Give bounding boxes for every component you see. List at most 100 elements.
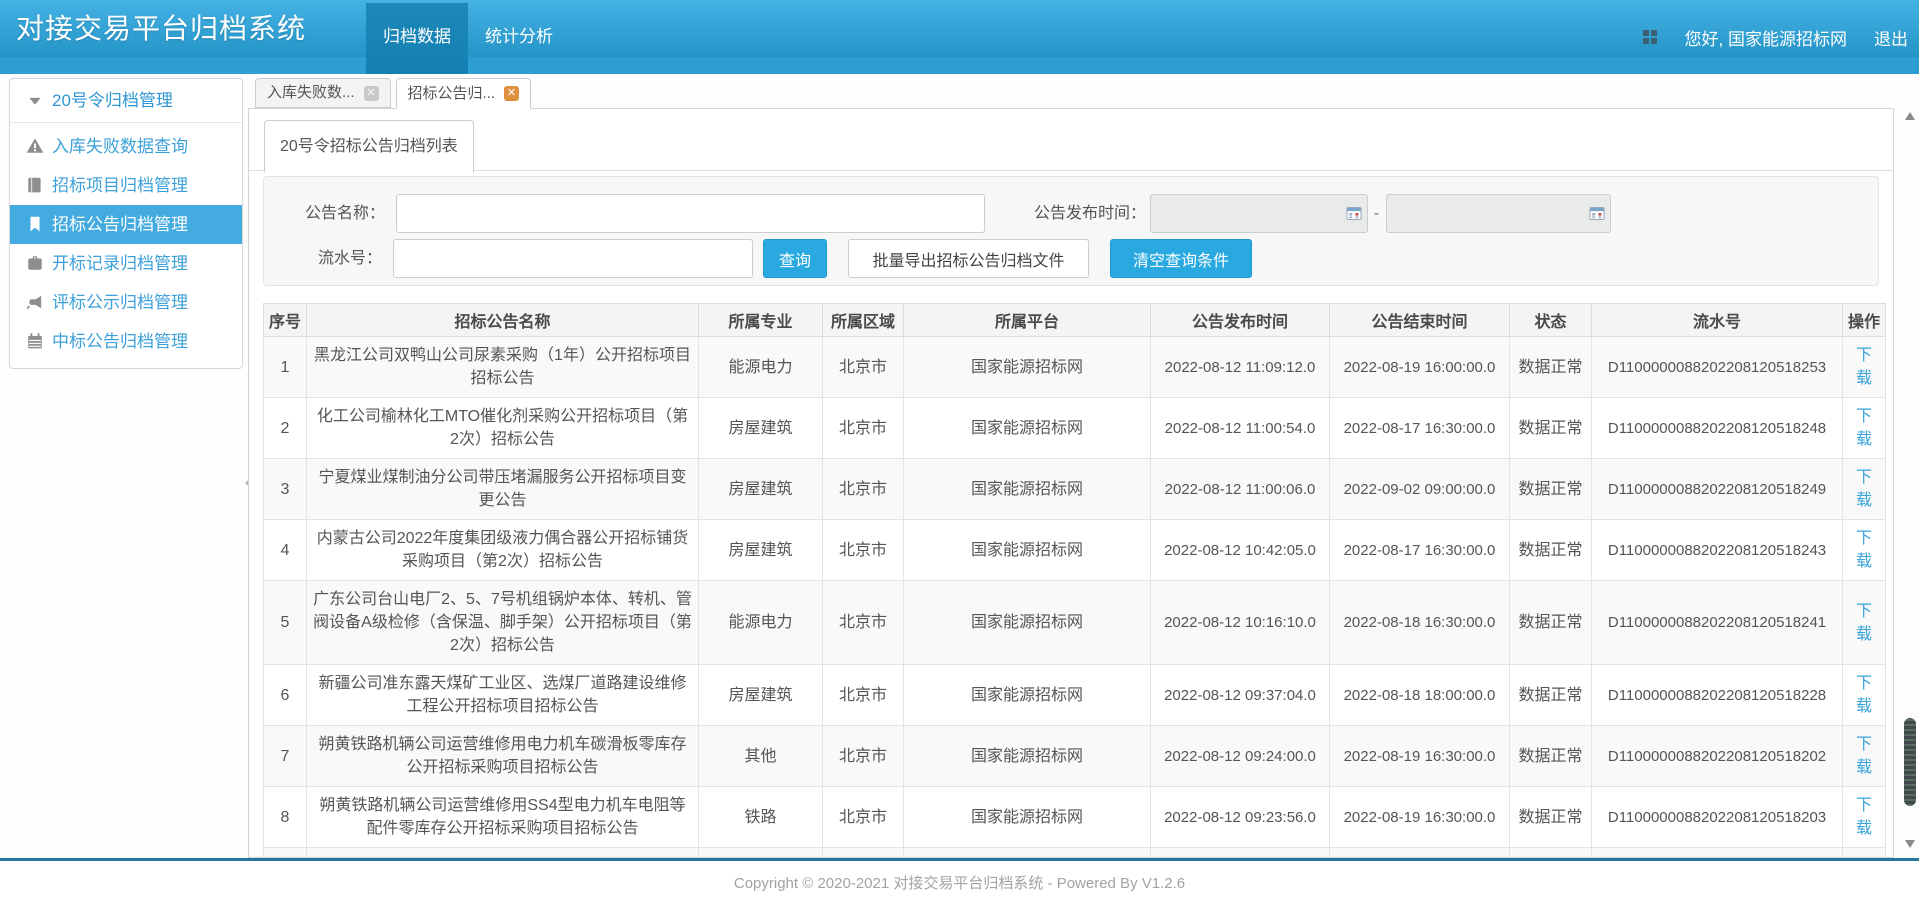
search-form: 公告名称： 公告发布时间： - 流水号： 查询 批量导出招标公告归档文件 清空查… xyxy=(263,176,1879,286)
announcement-name-input[interactable] xyxy=(396,194,985,233)
cell-end_time: 2022-08-19 16:30:00.0 xyxy=(1330,787,1510,848)
table-row: 6新疆公司准东露天煤矿工业区、选煤厂道路建设维修工程公开招标项目招标公告房屋建筑… xyxy=(264,665,1886,726)
cell-end_time: 2022-08-17 16:30:00.0 xyxy=(1330,520,1510,581)
nav-item-1[interactable]: 统计分析 xyxy=(468,3,570,74)
cell-action: 下载 xyxy=(1843,787,1886,848)
tab-close-icon[interactable]: ✕ xyxy=(504,86,519,101)
cell-status: 数据正常 xyxy=(1510,398,1592,459)
cell-major: 房屋建筑 xyxy=(699,520,823,581)
cell-seq: 7 xyxy=(264,726,307,787)
cell-seq: 4 xyxy=(264,520,307,581)
cell-major: 房屋建筑 xyxy=(699,459,823,520)
table-row: 3宁夏煤业煤制油分公司带压堵漏服务公开招标项目变更公告房屋建筑北京市国家能源招标… xyxy=(264,459,1886,520)
sidebar-item-4[interactable]: 评标公示归档管理 xyxy=(10,283,242,322)
scroll-up-arrow-icon[interactable] xyxy=(1905,112,1915,120)
content-tab-1[interactable]: 招标公告归... ✕ xyxy=(396,78,532,109)
download-link[interactable]: 下载 xyxy=(1856,797,1872,837)
cell-seq: 6 xyxy=(264,665,307,726)
column-header-2: 所属专业 xyxy=(699,304,823,337)
cell-publish_time: 2022-08-12 11:00:54.0 xyxy=(1151,398,1330,459)
cell-platform: 国家能源招标网 xyxy=(904,398,1151,459)
table-row: 1黑龙江公司双鸭山公司尿素采购（1年）公开招标项目招标公告能源电力北京市国家能源… xyxy=(264,337,1886,398)
publish-time-end-input[interactable] xyxy=(1386,194,1611,233)
tab-label: 入库失败数... xyxy=(267,79,355,107)
cell-name: 黑龙江公司双鸭山公司尿素采购（1年）公开招标项目招标公告 xyxy=(307,337,699,398)
download-link[interactable]: 下载 xyxy=(1856,530,1872,570)
column-header-7: 状态 xyxy=(1510,304,1592,337)
clear-conditions-button[interactable]: 清空查询条件 xyxy=(1110,239,1252,278)
sidebar-group-header[interactable]: 20号令归档管理 xyxy=(10,79,242,123)
search-button[interactable]: 查询 xyxy=(763,239,827,278)
tab-close-icon[interactable]: ✕ xyxy=(364,86,379,101)
logout-link[interactable]: 退出 xyxy=(1874,25,1908,50)
sidebar-item-1[interactable]: 招标项目归档管理 xyxy=(10,166,242,205)
cell-end_time: 2022-08-17 16:30:00.0 xyxy=(1330,398,1510,459)
cell-name: 朔黄铁路机辆公司运营维修用SS4型电力机车电阻等配件零库存公开招标采购项目招标公… xyxy=(307,787,699,848)
cell-region: 北京市 xyxy=(823,665,904,726)
cell-end_time: 2022-08-19 16:00:00.0 xyxy=(1330,337,1510,398)
cell-status: 数据正常 xyxy=(1510,459,1592,520)
bookmark-icon xyxy=(26,215,44,233)
download-link[interactable]: 下载 xyxy=(1856,603,1872,643)
panel-tab-announcement-list[interactable]: 20号令招标公告归档列表 xyxy=(264,120,474,173)
vertical-scrollbar-thumb[interactable] xyxy=(1904,718,1916,806)
sidebar-item-label: 中标公告归档管理 xyxy=(52,332,188,351)
cell-publish_time: 2022-08-12 10:16:10.0 xyxy=(1151,581,1330,665)
cell-status: 数据正常 xyxy=(1510,787,1592,848)
cell-action: 下载 xyxy=(1843,337,1886,398)
download-link[interactable]: 下载 xyxy=(1856,675,1872,715)
batch-export-button[interactable]: 批量导出招标公告归档文件 xyxy=(848,239,1089,278)
sidebar-item-label: 入库失败数据查询 xyxy=(52,137,188,156)
cell-action: 下载 xyxy=(1843,398,1886,459)
user-greeting: 您好, 国家能源招标网 xyxy=(1685,25,1847,50)
cell-major: 铁路 xyxy=(699,787,823,848)
sidebar-item-0[interactable]: 入库失败数据查询 xyxy=(10,127,242,166)
column-header-4: 所属平台 xyxy=(904,304,1151,337)
cell-seq: 3 xyxy=(264,459,307,520)
download-link[interactable]: 下载 xyxy=(1856,408,1872,448)
sidebar-item-3[interactable]: 开标记录归档管理 xyxy=(10,244,242,283)
column-header-8: 流水号 xyxy=(1592,304,1843,337)
cell-serial: D1100000088202208120518249 xyxy=(1592,459,1843,520)
content-tab-0[interactable]: 入库失败数... ✕ xyxy=(255,78,391,108)
cell-region: 北京市 xyxy=(823,581,904,665)
briefcase-icon xyxy=(26,254,44,272)
cell-platform: 国家能源招标网 xyxy=(904,581,1151,665)
cell-publish_time: 2022-08-12 11:09:12.0 xyxy=(1151,337,1330,398)
nav-item-0[interactable]: 归档数据 xyxy=(366,3,468,74)
cell-action: 下载 xyxy=(1843,520,1886,581)
sidebar-item-label: 招标项目归档管理 xyxy=(52,176,188,195)
serial-number-input[interactable] xyxy=(393,239,753,278)
download-link[interactable]: 下载 xyxy=(1856,736,1872,776)
calendar-icon xyxy=(26,332,44,350)
app-root: 对接交易平台归档系统 归档数据统计分析 您好, 国家能源招标网 退出 20号令归… xyxy=(0,0,1919,899)
cell-serial: D1100000088202208120518241 xyxy=(1592,581,1843,665)
cell-serial: D1100000088202208120518203 xyxy=(1592,787,1843,848)
download-link[interactable]: 下载 xyxy=(1856,347,1872,387)
cell-region: 北京市 xyxy=(823,459,904,520)
publish-time-start-input[interactable] xyxy=(1150,194,1368,233)
cell-end_time: 2022-08-18 16:30:00.0 xyxy=(1330,581,1510,665)
apps-grid-icon[interactable] xyxy=(1642,29,1658,45)
cell-end_time: 2022-08-18 18:00:00.0 xyxy=(1330,665,1510,726)
cell-name: 内蒙古公司2022年度集团级液力偶合器公开招标铺货采购项目（第2次）招标公告 xyxy=(307,520,699,581)
download-link[interactable]: 下载 xyxy=(1856,469,1872,509)
cell-seq: 8 xyxy=(264,787,307,848)
publish-time-end xyxy=(1386,194,1611,233)
cell-serial: D1100000088202208120518228 xyxy=(1592,665,1843,726)
top-header: 对接交易平台归档系统 归档数据统计分析 您好, 国家能源招标网 退出 xyxy=(0,0,1919,74)
cell-end_time: 2022-08-19 16:30:00.0 xyxy=(1330,726,1510,787)
cell-status: 数据正常 xyxy=(1510,337,1592,398)
tab-label: 招标公告归... xyxy=(408,80,496,108)
cell-publish_time: 2022-08-12 11:00:06.0 xyxy=(1151,459,1330,520)
cell-seq: 2 xyxy=(264,398,307,459)
cell-publish_time: 2022-08-12 09:37:04.0 xyxy=(1151,665,1330,726)
sidebar-item-5[interactable]: 中标公告归档管理 xyxy=(10,322,242,361)
publish-time-label: 公告发布时间： xyxy=(1024,194,1146,233)
sidebar-item-2[interactable]: 招标公告归档管理 xyxy=(10,205,242,244)
scroll-down-arrow-icon[interactable] xyxy=(1905,840,1915,848)
cell-publish_time: 2022-08-12 10:42:05.0 xyxy=(1151,520,1330,581)
serial-number-label: 流水号： xyxy=(284,239,382,278)
date-range-separator: - xyxy=(1374,194,1379,233)
cell-publish_time: 2022-08-12 09:23:56.0 xyxy=(1151,787,1330,848)
